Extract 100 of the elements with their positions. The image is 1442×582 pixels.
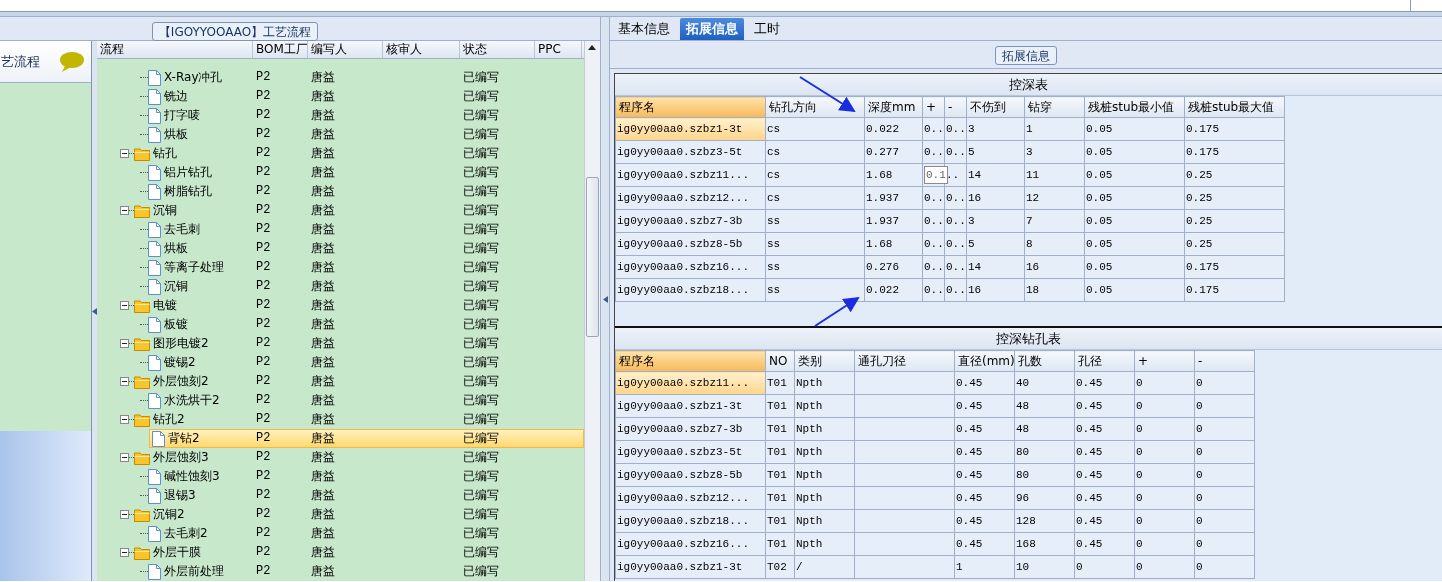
column-header[interactable]: 孔径 [1074,350,1135,372]
table-cell-text: P2 [255,544,272,561]
column-header[interactable]: - [1194,350,1255,372]
column-header[interactable]: 钻穿 [1024,96,1085,118]
document-icon [148,126,161,143]
column-header[interactable]: + [922,96,945,118]
tree-node-label[interactable]: 外层前处理 [161,563,227,580]
tree-node-label[interactable]: 图形电镀2 [150,335,212,352]
table-cell-text: P2 [255,563,272,580]
tree-node-label[interactable]: 钻孔 [150,145,180,162]
tree-node-label[interactable]: 去毛刺2 [161,525,211,542]
table-cell-text: 唐益 [310,544,336,561]
tree-node-label[interactable]: 去毛刺 [161,221,203,238]
column-header[interactable]: 类别 [794,350,855,372]
collapse-icon[interactable] [120,206,129,215]
tree-node-label[interactable]: 钻孔2 [150,411,188,428]
table-cell-text: P2 [255,449,272,466]
tree-node-label[interactable]: 背钻2 [165,430,203,447]
tree-node-label[interactable]: 退锡3 [161,487,199,504]
folder-icon [134,374,150,389]
column-header[interactable]: - [944,96,967,118]
column-header[interactable]: 钻孔方向 [765,96,865,118]
column-header[interactable]: 流程 [97,41,253,58]
table-cell: ig0yy00aa0.szbz3-5t [615,440,766,464]
tab[interactable]: 拓展信息 [680,18,744,40]
collapse-icon[interactable] [120,149,129,158]
tree-node-label[interactable]: 水洗烘干2 [161,392,223,409]
tree-node-label[interactable]: 铣边 [161,88,191,105]
column-header[interactable]: 残桩stub最大值 [1184,96,1285,118]
tree-node-label[interactable]: 铝片钻孔 [161,164,215,181]
column-header[interactable]: 孔数 [1014,350,1075,372]
tree-node-label[interactable]: 打字唛 [161,107,203,124]
document-icon [148,240,161,257]
collapse-icon[interactable] [120,301,129,310]
column-header[interactable]: PPC [535,41,582,58]
splitter-handle[interactable] [92,41,97,581]
document-icon [148,468,161,485]
column-header[interactable]: 程序名 [615,350,766,372]
tree-node-label[interactable]: 沉铜 [150,202,180,219]
column-header[interactable]: 通孔刀径 [854,350,955,372]
sidebar-item[interactable]: 艺流程 [0,41,91,83]
tree-node-label[interactable]: 烘板 [161,240,191,257]
tree-node-label[interactable]: 沉铜 [161,278,191,295]
scroll-thumb[interactable] [586,177,599,337]
tab[interactable]: 基本信息 [612,18,676,40]
tree-node-label[interactable]: 外层蚀刻3 [150,449,212,466]
table-cell-text: P2 [255,373,272,390]
table-cell: ig0yy00aa0.szbz12... [615,186,766,210]
table-cell-text: P2 [255,126,272,143]
table-cell-text: 已编写 [462,297,500,314]
table-cell-text: 已编写 [462,107,500,124]
annotation-arrow [814,296,860,327]
column-header[interactable]: 深度mm [864,96,923,118]
tree-node-label[interactable]: 镀锡2 [161,354,199,371]
tree-node-label[interactable]: 电镀 [150,297,180,314]
table-cell-text: P2 [255,354,272,371]
column-header[interactable]: 不伤到 [966,96,1025,118]
table-cell: ig0yy00aa0.szbz18... [615,278,766,302]
collapse-icon[interactable] [120,415,129,424]
table-cell-text: 唐益 [310,259,336,276]
table-cell-text: 已编写 [462,392,500,409]
column-header[interactable]: 直径(mm) [954,350,1015,372]
tree-node-label[interactable]: 板镀 [161,316,191,333]
tree-node-label[interactable]: 沉铜2 [150,506,188,523]
column-header[interactable]: 程序名 [615,96,766,118]
tree-node-label[interactable]: 等离子处理 [161,259,227,276]
table-cell-text: 唐益 [310,335,336,352]
column-header[interactable]: 残桩stub最小值 [1084,96,1185,118]
table-cell-text: 唐益 [310,240,336,257]
folder-icon [134,146,150,161]
tree-node-label[interactable]: 外层干膜 [150,544,204,561]
column-header[interactable]: BOM工厂 [253,41,308,58]
table-cell-text: 已编写 [462,449,500,466]
tree-node-label[interactable]: 碱性蚀刻3 [161,468,223,485]
column-header[interactable]: 编写人 [308,41,383,58]
column-header[interactable]: + [1134,350,1195,372]
folder-icon [134,507,150,522]
cell-editor[interactable]: 0.1 [924,166,948,184]
table-cell-text: 已编写 [462,430,500,447]
tree-node-label[interactable]: 烘板 [161,126,191,143]
collapse-icon[interactable] [120,377,129,386]
table-cell: ig0yy00aa0.szbz7-3b [615,417,766,441]
tree-node-label[interactable]: 树脂钻孔 [161,183,215,200]
table-cell-text: 唐益 [310,506,336,523]
table-cell-text: P2 [255,69,272,86]
collapse-icon[interactable] [120,510,129,519]
column-header[interactable]: NO [765,350,795,372]
tab[interactable]: 工时 [748,18,786,40]
table-cell: ig0yy00aa0.szbz12... [615,486,766,510]
column-header[interactable]: 核审人 [383,41,460,58]
collapse-icon[interactable] [120,548,129,557]
table-cell-text: 唐益 [310,202,336,219]
splitter-handle[interactable] [600,17,610,581]
collapse-icon[interactable] [120,453,129,462]
tree-node-label[interactable]: 外层蚀刻2 [150,373,212,390]
column-header[interactable]: 状态 [460,41,535,58]
collapse-icon[interactable] [120,339,129,348]
tree-node-label[interactable]: X-Ray冲孔 [161,69,226,86]
table-cell-text: 已编写 [462,69,500,86]
scrollbar[interactable] [584,41,600,581]
